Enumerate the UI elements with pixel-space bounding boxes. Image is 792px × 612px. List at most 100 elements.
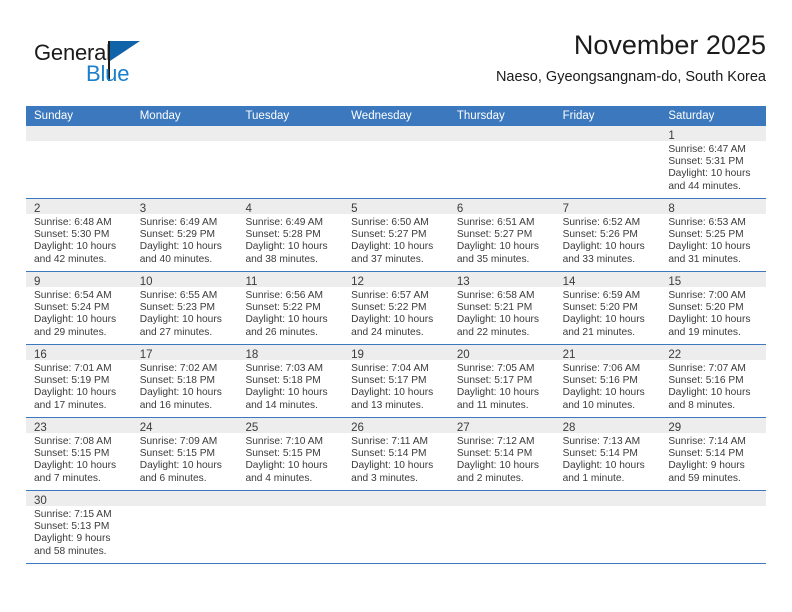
calendar-week-row: 2 Sunrise: 6:48 AM Sunset: 5:30 PM Daylight…	[26, 199, 767, 272]
day-number: 26	[351, 422, 364, 434]
calendar-cell-day-28[interactable]: 28 Sunrise: 7:13 AM Sunset: 5:14 PM Dayligh…	[554, 418, 661, 490]
day-number: 12	[351, 276, 364, 288]
daylight-text: Daylight: 10 hours	[34, 314, 117, 326]
day-number-strip: 26	[343, 418, 449, 434]
calendar-cell-day-4[interactable]: 4 Sunrise: 6:49 AM Sunset: 5:28 PM Daylight…	[237, 199, 344, 271]
sunset-text: Sunset: 5:28 PM	[245, 229, 321, 241]
calendar-cell-day-11[interactable]: 11 Sunrise: 6:56 AM Sunset: 5:22 PM Dayligh…	[237, 272, 344, 344]
calendar-cell-day-14[interactable]: 14 Sunrise: 6:59 AM Sunset: 5:20 PM Dayligh…	[554, 272, 661, 344]
day-details: Sunrise: 6:51 AM Sunset: 5:27 PM Daylight:…	[449, 214, 555, 266]
day-number: 15	[668, 276, 682, 288]
day-number: 6	[456, 203, 464, 215]
day-number-strip: 1	[660, 126, 767, 142]
calendar-cell-day-12[interactable]: 12 Sunrise: 6:57 AM Sunset: 5:22 PM Dayligh…	[343, 272, 449, 344]
calendar-cell-day-18[interactable]: 18 Sunrise: 7:03 AM Sunset: 5:18 PM Dayligh…	[237, 345, 344, 417]
daylight-text: Daylight: 10 hours	[351, 314, 434, 326]
sunrise-text: Sunrise: 7:06 AM	[562, 363, 641, 374]
day-details: Sunrise: 6:49 AM Sunset: 5:29 PM Daylight:…	[132, 214, 238, 266]
day-number-strip: 24	[131, 418, 238, 434]
day-number: 5	[351, 203, 358, 215]
calendar-cell-day-2[interactable]: 2 Sunrise: 6:48 AM Sunset: 5:30 PM Daylight…	[26, 199, 132, 271]
day-number-strip: 5	[343, 199, 449, 215]
daylight-text: Daylight: 9 hours	[34, 533, 111, 545]
day-details: Sunrise: 6:55 AM Sunset: 5:23 PM Daylight:…	[132, 287, 238, 339]
weekday-header-sunday: Sunday	[34, 110, 74, 122]
calendar-cell-day-6[interactable]: 6 Sunrise: 6:51 AM Sunset: 5:27 PM Daylight…	[448, 199, 555, 271]
general-blue-logo[interactable]: General Blue	[26, 34, 206, 92]
sunset-text: Sunset: 5:14 PM	[668, 448, 744, 460]
daylight-text-cont: and 10 minutes.	[562, 399, 636, 411]
calendar-cell-day-7[interactable]: 7 Sunrise: 6:52 AM Sunset: 5:26 PM Daylight…	[554, 199, 661, 271]
calendar-cell-day-26[interactable]: 26 Sunrise: 7:11 AM Sunset: 5:14 PM Dayligh…	[343, 418, 449, 490]
calendar-cell-day-1[interactable]: 1 Sunrise: 6:47 AM Sunset: 5:31 PM Daylight…	[660, 126, 767, 198]
calendar-cell-day-29[interactable]: 29 Sunrise: 7:14 AM Sunset: 5:14 PM Dayligh…	[660, 418, 767, 490]
day-details: Sunrise: 7:03 AM Sunset: 5:18 PM Daylight:…	[237, 360, 343, 412]
day-number-strip: 29	[660, 418, 767, 434]
sunrise-text: Sunrise: 7:11 AM	[351, 436, 428, 447]
day-number-strip	[448, 126, 555, 141]
calendar-cell-day-22[interactable]: 22 Sunrise: 7:07 AM Sunset: 5:16 PM Dayligh…	[660, 345, 767, 417]
daylight-text-cont: and 42 minutes.	[34, 253, 107, 265]
calendar-cell-day-30[interactable]: 30 Sunrise: 7:15 AM Sunset: 5:13 PM Dayligh…	[26, 491, 132, 563]
day-details: Sunrise: 7:12 AM Sunset: 5:14 PM Daylight:…	[449, 433, 555, 485]
sunrise-text: Sunrise: 7:09 AM	[139, 436, 218, 447]
calendar-cell-day-17[interactable]: 17 Sunrise: 7:02 AM Sunset: 5:18 PM Dayligh…	[131, 345, 238, 417]
daylight-text-cont: and 22 minutes.	[456, 326, 530, 338]
day-number: 16	[34, 349, 47, 361]
daylight-text: Daylight: 10 hours	[245, 460, 328, 472]
day-number: 3	[139, 203, 147, 215]
day-number: 29	[668, 422, 682, 434]
daylight-text: Daylight: 10 hours	[245, 314, 328, 326]
day-number-strip: 19	[343, 345, 449, 361]
calendar-cell-day-13[interactable]: 13 Sunrise: 6:58 AM Sunset: 5:21 PM Dayligh…	[448, 272, 555, 344]
calendar-cell-day-8[interactable]: 8 Sunrise: 6:53 AM Sunset: 5:25 PM Daylight…	[660, 199, 767, 271]
daylight-text-cont: and 27 minutes.	[139, 326, 213, 338]
sunset-text: Sunset: 5:16 PM	[668, 375, 744, 387]
sunset-text: Sunset: 5:19 PM	[34, 375, 110, 387]
calendar-cell-day-15[interactable]: 15 Sunrise: 7:00 AM Sunset: 5:20 PM Dayligh…	[660, 272, 767, 344]
calendar-cell-day-10[interactable]: 10 Sunrise: 6:55 AM Sunset: 5:23 PM Dayligh…	[131, 272, 238, 344]
day-number-strip: 3	[131, 199, 238, 215]
calendar-grid: Sunday Monday Tuesday Wednesday Thursday Frid…	[26, 106, 767, 564]
daylight-text-cont: and 3 minutes.	[351, 472, 418, 484]
calendar-cell-day-27[interactable]: 27 Sunrise: 7:12 AM Sunset: 5:14 PM Dayligh…	[448, 418, 555, 490]
daylight-text: Daylight: 10 hours	[245, 387, 328, 399]
sunset-text: Sunset: 5:29 PM	[139, 229, 216, 241]
calendar-cell-day-16[interactable]: 16 Sunrise: 7:01 AM Sunset: 5:19 PM Dayligh…	[26, 345, 132, 417]
day-details: Sunrise: 7:11 AM Sunset: 5:14 PM Daylight:…	[343, 433, 449, 485]
day-number-strip: 20	[448, 345, 555, 361]
sunrise-text: Sunrise: 6:49 AM	[139, 217, 218, 228]
calendar-cell-empty	[660, 491, 767, 563]
day-details: Sunrise: 7:13 AM Sunset: 5:14 PM Daylight:…	[555, 433, 661, 485]
sunrise-text: Sunrise: 7:03 AM	[245, 363, 324, 374]
sunset-text: Sunset: 5:13 PM	[34, 521, 110, 533]
day-details: Sunrise: 6:53 AM Sunset: 5:25 PM Daylight:…	[660, 214, 766, 266]
daylight-text-cont: and 59 minutes.	[668, 472, 741, 484]
sunrise-text: Sunrise: 7:00 AM	[668, 290, 746, 301]
calendar-cell-day-5[interactable]: 5 Sunrise: 6:50 AM Sunset: 5:27 PM Daylight…	[343, 199, 449, 271]
calendar-cell-day-25[interactable]: 25 Sunrise: 7:10 AM Sunset: 5:15 PM Dayligh…	[237, 418, 344, 490]
day-number-strip: 25	[237, 418, 344, 434]
sunset-text: Sunset: 5:18 PM	[139, 375, 216, 387]
day-number: 19	[351, 349, 364, 361]
day-number: 2	[34, 203, 41, 215]
sunrise-text: Sunrise: 6:55 AM	[139, 290, 218, 301]
sunset-text: Sunset: 5:25 PM	[668, 229, 744, 241]
calendar-cell-day-24[interactable]: 24 Sunrise: 7:09 AM Sunset: 5:15 PM Dayligh…	[131, 418, 238, 490]
calendar-cell-day-3[interactable]: 3 Sunrise: 6:49 AM Sunset: 5:29 PM Daylight…	[131, 199, 238, 271]
daylight-text-cont: and 40 minutes.	[139, 253, 213, 265]
calendar-cell-day-20[interactable]: 20 Sunrise: 7:05 AM Sunset: 5:17 PM Dayligh…	[448, 345, 555, 417]
calendar-cell-empty	[237, 491, 344, 563]
calendar-cell-day-21[interactable]: 21 Sunrise: 7:06 AM Sunset: 5:16 PM Dayligh…	[554, 345, 661, 417]
calendar-cell-day-9[interactable]: 9 Sunrise: 6:54 AM Sunset: 5:24 PM Daylight…	[26, 272, 132, 344]
day-details: Sunrise: 6:58 AM Sunset: 5:21 PM Daylight:…	[449, 287, 555, 339]
calendar-cell-day-23[interactable]: 23 Sunrise: 7:08 AM Sunset: 5:15 PM Dayligh…	[26, 418, 132, 490]
daylight-text-cont: and 29 minutes.	[34, 326, 107, 338]
calendar-cell-day-19[interactable]: 19 Sunrise: 7:04 AM Sunset: 5:17 PM Dayligh…	[343, 345, 449, 417]
calendar-cell-empty	[131, 491, 238, 563]
sunset-text: Sunset: 5:16 PM	[562, 375, 638, 387]
day-details: Sunrise: 7:04 AM Sunset: 5:17 PM Daylight:…	[343, 360, 449, 412]
day-number-strip: 17	[131, 345, 238, 361]
daylight-text: Daylight: 9 hours	[668, 460, 745, 472]
sunset-text: Sunset: 5:20 PM	[562, 302, 638, 314]
